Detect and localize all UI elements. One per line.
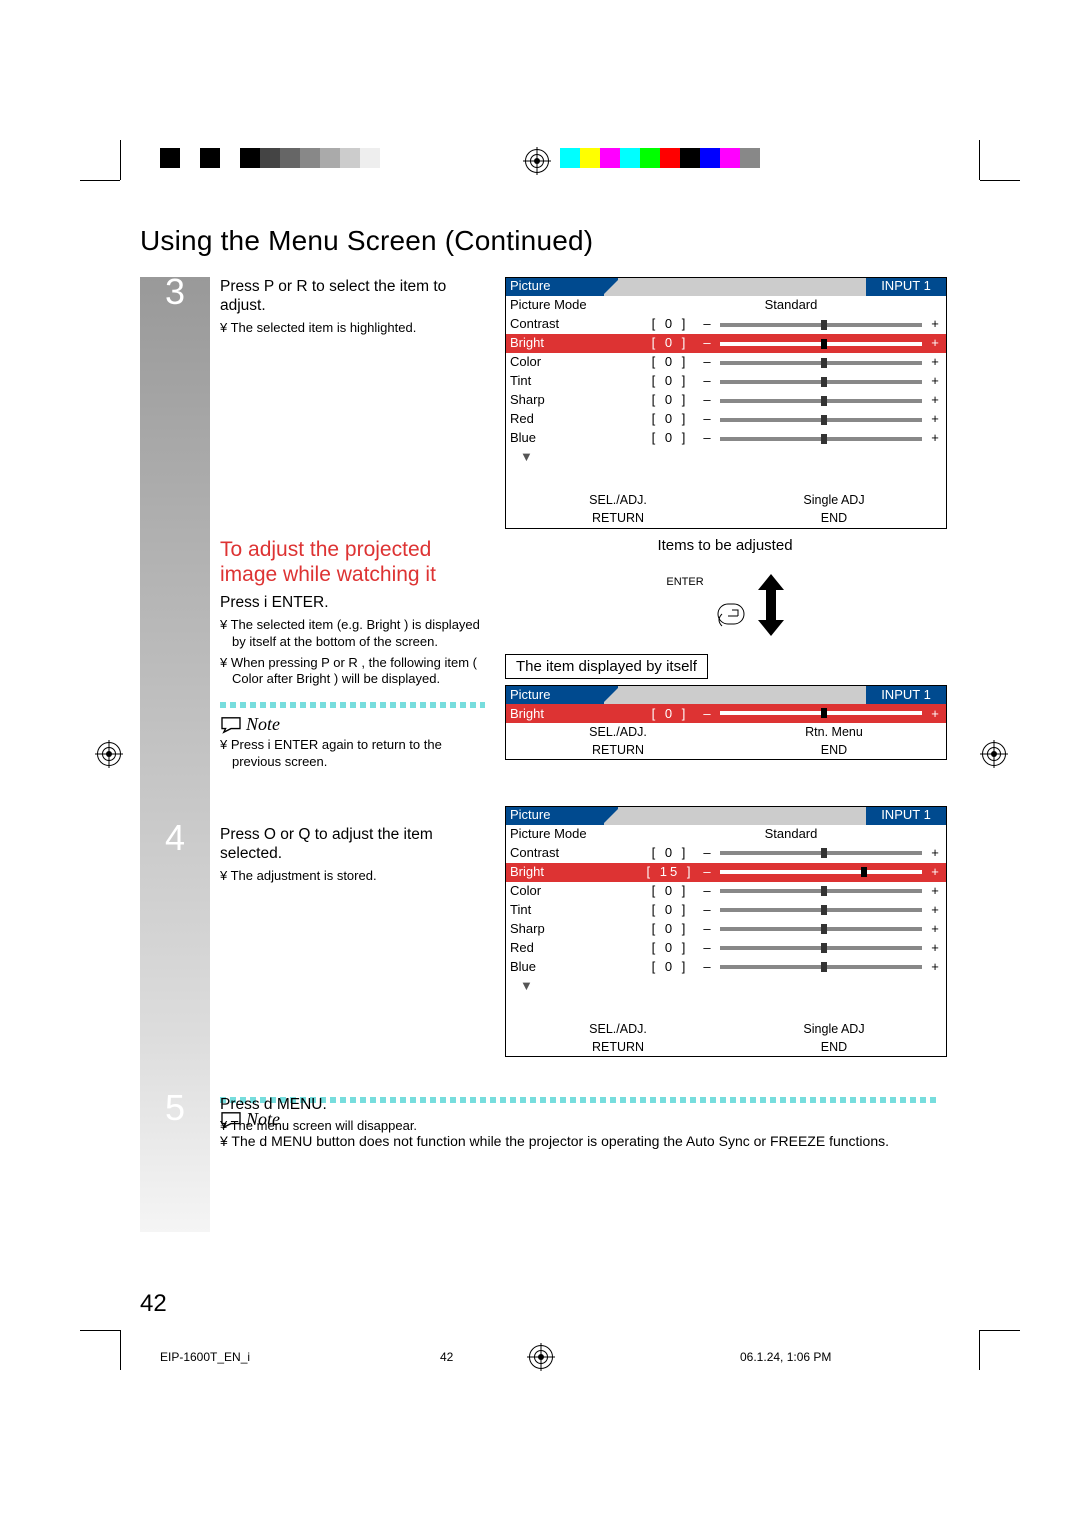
crop-mark bbox=[120, 1330, 121, 1370]
crop-mark bbox=[120, 140, 121, 180]
page-content: Using the Menu Screen (Continued) 3 Pres… bbox=[140, 225, 950, 1151]
step-5-bullet: ¥ The menu screen will disappear. bbox=[220, 1118, 485, 1135]
page-title: Using the Menu Screen (Continued) bbox=[140, 225, 950, 257]
step-4-bullet: ¥ The adjustment is stored. bbox=[220, 868, 485, 885]
enter-label: ENTER bbox=[666, 576, 703, 588]
step-3-instruction: Press P or R to select the item to adjus… bbox=[220, 277, 485, 316]
sub-bullet-1: ¥ The selected item (e.g. Bright ) is di… bbox=[220, 617, 485, 651]
sub-bullet-2: ¥ When pressing P or R , the following i… bbox=[220, 655, 485, 689]
osd-screenshot-1: PictureINPUT 1Picture ModeStandardContra… bbox=[505, 277, 945, 529]
up-down-arrow-icon bbox=[758, 574, 784, 636]
osd-screenshot-2: PictureINPUT 1Bright[ 0 ]–+SEL./ADJ.Rtn.… bbox=[505, 685, 945, 760]
sub-heading: To adjust the projected image while watc… bbox=[220, 537, 485, 587]
osd-screenshot-3: PictureINPUT 1Picture ModeStandardContra… bbox=[505, 806, 945, 1058]
step-3-bullet: ¥ The selected item is highlighted. bbox=[220, 320, 485, 337]
step-4-number: 4 bbox=[140, 817, 210, 859]
note-1-text: ¥ Press i ENTER again to return to the p… bbox=[220, 737, 485, 771]
page-number: 42 bbox=[140, 1290, 167, 1318]
process-colorbar bbox=[560, 148, 780, 168]
footer-datetime: 06.1.24, 1:06 PM bbox=[540, 1350, 960, 1364]
step-5-instruction: Press d MENU. bbox=[220, 1095, 485, 1114]
footer-filename: EIP-1600T_EN_i bbox=[160, 1350, 440, 1364]
note-label-text: Note bbox=[246, 714, 280, 735]
crop-mark bbox=[980, 1330, 1020, 1331]
note-block-1: Note ¥ Press i ENTER again to return to … bbox=[220, 702, 485, 771]
crop-mark bbox=[80, 1330, 120, 1331]
caption-items: Items to be adjusted bbox=[505, 537, 945, 554]
steps-column: 3 Press P or R to select the item to adj… bbox=[140, 277, 485, 1057]
crop-mark bbox=[979, 140, 980, 180]
registration-mark-icon bbox=[980, 740, 1008, 768]
sub-instruction: Press i ENTER. bbox=[220, 593, 485, 612]
greyscale-colorbar bbox=[160, 148, 400, 168]
crop-mark bbox=[980, 180, 1020, 181]
registration-mark-icon bbox=[523, 147, 551, 175]
crop-mark bbox=[80, 180, 120, 181]
enter-button-icon bbox=[712, 586, 750, 636]
step-4-instruction: Press O or Q to adjust the item selected… bbox=[220, 825, 485, 864]
illustration-column: PictureINPUT 1Picture ModeStandardContra… bbox=[505, 277, 945, 1057]
footer: EIP-1600T_EN_i 42 06.1.24, 1:06 PM bbox=[160, 1350, 960, 1364]
step-3-number: 3 bbox=[140, 271, 210, 313]
step-5-number: 5 bbox=[140, 1087, 210, 1129]
registration-mark-icon bbox=[95, 740, 123, 768]
note-icon bbox=[220, 716, 242, 734]
enter-diagram: ENTER bbox=[505, 566, 945, 636]
footer-page: 42 bbox=[440, 1350, 540, 1364]
caption-single: The item displayed by itself bbox=[505, 654, 708, 679]
crop-mark bbox=[979, 1330, 980, 1370]
